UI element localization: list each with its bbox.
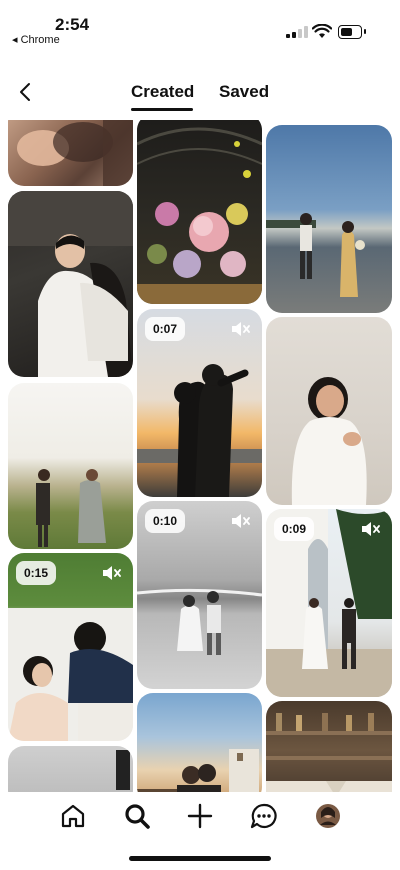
profile-header: Created Saved (0, 70, 400, 114)
bottom-navigation (0, 792, 400, 852)
pin-couple-silhouette[interactable]: 0:07 (137, 309, 262, 497)
mute-icon[interactable] (230, 321, 250, 337)
pin-holding-hands[interactable] (8, 120, 133, 186)
cellular-signal-icon (286, 26, 308, 38)
video-duration-badge: 0:15 (16, 561, 57, 585)
gray-wall-photo (116, 750, 130, 790)
video-duration-badge: 0:10 (145, 509, 186, 533)
bar-interior-photo (266, 713, 392, 792)
flower-arrangement-photo (137, 127, 262, 304)
messages-icon[interactable] (248, 800, 280, 832)
status-bar: 2:54 ◂ Chrome (0, 0, 400, 52)
couple-laughing-photo (8, 191, 133, 377)
pin-church-couple[interactable]: 0:09 (266, 509, 392, 697)
back-arrow-icon[interactable] (14, 80, 38, 104)
pin-picnic-couple[interactable]: 0:15 (8, 553, 133, 741)
beach-couple-photo (266, 213, 365, 297)
pin-white-dress-portrait[interactable] (266, 317, 392, 505)
pin-grid: 0:15 0:07 0:10 0:09 (0, 120, 400, 792)
tab-saved[interactable]: Saved (219, 82, 269, 102)
home-indicator[interactable] (129, 856, 271, 861)
wifi-icon (312, 24, 332, 38)
pin-field-walk[interactable] (8, 383, 133, 549)
pin-beach-couple[interactable] (266, 125, 392, 313)
pin-gray-wall[interactable] (8, 746, 133, 792)
pin-beach-walk[interactable]: 0:10 (137, 501, 262, 689)
battery-icon (338, 25, 366, 39)
create-icon[interactable] (184, 800, 216, 832)
active-tab-indicator (131, 108, 193, 111)
profile-avatar[interactable] (312, 800, 344, 832)
mute-icon[interactable] (230, 513, 250, 529)
back-to-chrome-link[interactable]: ◂ Chrome (12, 33, 60, 46)
pin-couple-laughing[interactable] (8, 191, 133, 377)
mute-icon[interactable] (101, 565, 121, 581)
pin-flower-arrangement[interactable] (137, 120, 262, 304)
search-icon[interactable] (121, 800, 153, 832)
white-dress-portrait-photo (291, 377, 367, 505)
pin-sunset-town[interactable] (137, 693, 262, 792)
sunset-town-photo (137, 749, 259, 792)
pin-bar-interior[interactable] (266, 701, 392, 792)
video-duration-badge: 0:09 (274, 517, 315, 541)
field-walk-photo (36, 469, 106, 547)
home-icon[interactable] (57, 800, 89, 832)
video-duration-badge: 0:07 (145, 317, 186, 341)
mute-icon[interactable] (360, 521, 380, 537)
tab-created[interactable]: Created (131, 82, 194, 102)
status-time: 2:54 (55, 15, 90, 34)
holding-hands-photo (17, 120, 133, 186)
